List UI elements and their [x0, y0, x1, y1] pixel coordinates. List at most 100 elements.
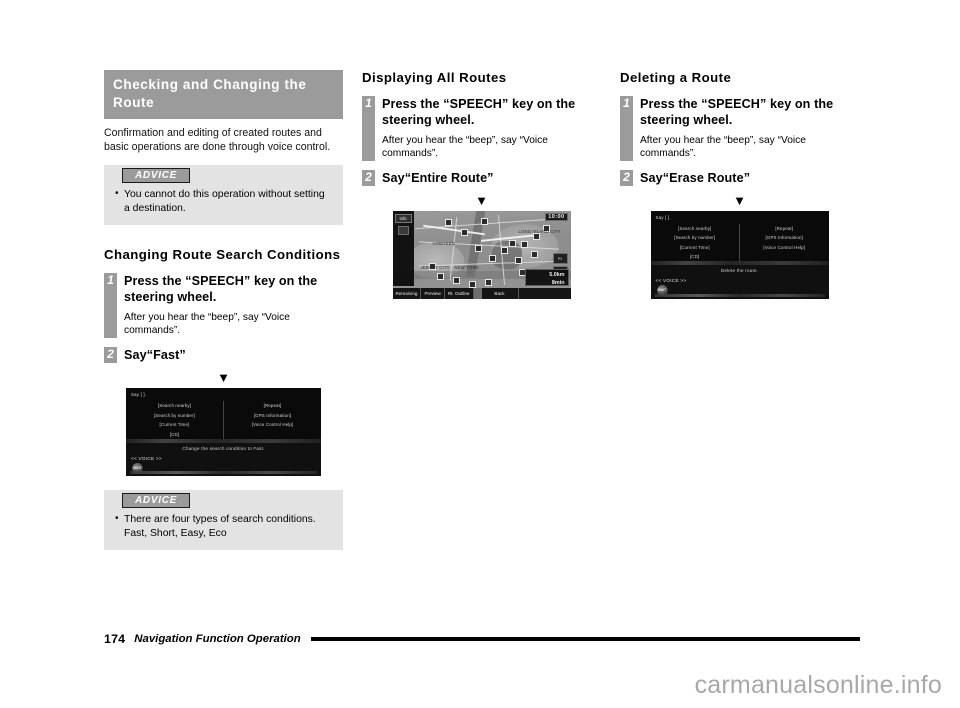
map-preview-button[interactable]: Preview — [421, 287, 445, 299]
flow-arrow-down-icon: ▼ — [475, 192, 488, 208]
map-poi-icon — [436, 272, 444, 280]
step-1: 1 Press the “SPEECH” key on the steering… — [362, 95, 601, 161]
step-2: 2 Say“Erase Route” — [620, 169, 859, 186]
voice-menu-panel: Say [ ]. [Search nearby] [Search by numb… — [650, 210, 829, 267]
voice-command-item: [Current Time] — [679, 244, 710, 250]
voice-menu-screenshot-erase-route: Say [ ]. [Search nearby] [Search by numb… — [650, 210, 829, 299]
bullet-icon: • — [115, 188, 119, 200]
step-title: Press the “SPEECH” key on the steering w… — [640, 96, 834, 128]
map-remaining-time: 8min — [551, 279, 565, 286]
step-2: 2 Say“Entire Route” — [362, 169, 601, 186]
voice-command-item: [GPS Information] — [765, 235, 803, 241]
voice-command-columns: [Search nearby] [Search by number] [Curr… — [126, 401, 321, 440]
map-poi-icon — [468, 280, 476, 288]
voice-indicator-label: << VOICE >> — [655, 278, 687, 284]
voice-command-item: [Voice Control Help] — [251, 422, 294, 428]
voice-menu-panel: Say [ ]. [Search nearby] [Search by numb… — [126, 388, 321, 444]
step-title: Say“Fast” — [124, 347, 186, 362]
map-poi-icon — [514, 256, 522, 264]
map-label: JERSEY CITY — [420, 264, 450, 270]
say-prompt: Say [ ]. — [655, 214, 671, 220]
map-label: NEW YORK — [454, 264, 479, 270]
map-poi-toggle-button[interactable]: P.I — [552, 252, 568, 264]
voice-commands-right: [Repeat] [GPS Information] [Voice Contro… — [224, 401, 321, 439]
advice-text: You cannot do this operation without set… — [124, 189, 325, 215]
voice-command-item: [Repeat] — [263, 403, 282, 409]
voice-commands-left: [Search nearby] [Search by number] [Curr… — [651, 223, 740, 262]
watermark: carmanualsonline.info — [694, 671, 942, 699]
step-subtext: After you hear the “beep”, say “Voice co… — [124, 311, 290, 337]
page-number: 174 — [104, 632, 126, 646]
column-right: Deleting a Route 1 Press the “SPEECH” ke… — [620, 70, 859, 550]
map-route-outline-button[interactable]: Rt. Outline — [444, 287, 474, 299]
voice-command-item: [Search by number] — [153, 412, 195, 418]
page-columns: Checking and Changing the Route Confirma… — [104, 70, 860, 551]
step-number: 1 — [362, 95, 375, 161]
map-remaining-distance: 5.0km — [549, 271, 565, 278]
advice-body: • You cannot do this operation without s… — [104, 183, 343, 216]
step-1: 1 Press the “SPEECH” key on the steering… — [620, 95, 859, 161]
map-poi-icon — [508, 239, 516, 247]
advice-text: There are four types of search condition… — [124, 514, 316, 540]
step-body: Say“Entire Route” — [375, 170, 601, 186]
step-2: 2 Say“Fast” — [104, 346, 343, 364]
map-label: HOBOKEN — [432, 240, 455, 246]
step-title: Press the “SPEECH” key on the steering w… — [382, 96, 576, 128]
step-1: 1 Press the “SPEECH” key on the steering… — [104, 273, 343, 338]
section-header-checking-changing-route: Checking and Changing the Route — [104, 70, 343, 119]
step-number: 2 — [104, 346, 117, 364]
map-poi-icon — [488, 254, 496, 262]
voice-command-item: [GPS Information] — [253, 412, 292, 418]
voice-command-item: [Search nearby] — [157, 403, 192, 409]
step-body: Say“Fast” — [117, 347, 343, 363]
advice-box-destination: ADVICE • You cannot do this operation wi… — [104, 165, 343, 226]
sub-heading-changing-route-search-conditions: Changing Route Search Conditions — [104, 247, 341, 263]
voice-command-item: [Voice Control Help] — [763, 244, 806, 250]
map-poi-icon — [500, 246, 508, 254]
flow-arrow-down-icon: ▼ — [217, 370, 230, 386]
map-distance-time-panel: 5.0km 8min — [524, 268, 569, 286]
bullet-icon: • — [115, 513, 119, 525]
map-toolbar-spacer — [473, 287, 482, 299]
intro-paragraph: Confirmation and editing of created rout… — [104, 126, 331, 153]
map-poi-icon — [444, 218, 452, 226]
step-body: Press the “SPEECH” key on the steering w… — [633, 96, 859, 161]
map-back-button[interactable]: Back — [481, 287, 519, 299]
step-number: 2 — [620, 169, 633, 186]
map-info-button[interactable]: Info — [394, 213, 412, 223]
advice-box-search-conditions: ADVICE • There are four types of search … — [104, 490, 343, 551]
map-remaining-button[interactable]: Remaining — [392, 287, 422, 299]
voice-status-text: Delete the route. — [720, 268, 759, 274]
step-number: 1 — [104, 273, 117, 338]
step-number: 2 — [362, 169, 375, 186]
voice-command-item: [Search by number] — [674, 235, 716, 241]
step-subtext: After you hear the “beep”, say “Voice co… — [382, 134, 548, 160]
map-poi-icon — [474, 244, 482, 252]
map-screenshot-entire-route: LONG ISLAND CITY NEW YORK JERSEY CITY HO… — [392, 210, 571, 299]
map-side-toolbar[interactable]: Info — [392, 210, 414, 286]
map-poi-icon — [460, 228, 468, 236]
footer-rule — [310, 637, 860, 641]
step-title: Say“Entire Route” — [382, 170, 494, 185]
column-middle: Displaying All Routes 1 Press the “SPEEC… — [362, 70, 601, 550]
step-subtext: After you hear the “beep”, say “Voice co… — [640, 134, 806, 160]
voice-command-item: [Current Time] — [159, 422, 190, 428]
voice-status-panel: Change the search condition to Fast. << … — [126, 442, 321, 477]
map-view-mode-icon[interactable] — [397, 225, 409, 235]
advice-body: • There are four types of search conditi… — [104, 508, 343, 541]
screen-bottom-bar — [130, 471, 317, 475]
step-body: Press the “SPEECH” key on the steering w… — [375, 96, 601, 161]
map-label: LONG ISLAND CITY — [518, 228, 561, 234]
map-clock: 10:00 — [545, 212, 568, 221]
map-bottom-toolbar[interactable]: Remaining Preview Rt. Outline Back — [392, 287, 571, 299]
column-left: Checking and Changing the Route Confirma… — [104, 70, 343, 551]
say-prompt: Say [ ]. — [131, 392, 147, 398]
voice-commands-left: [Search nearby] [Search by number] [Curr… — [126, 401, 224, 440]
step-body: Press the “SPEECH” key on the steering w… — [117, 273, 343, 338]
step-title: Press the “SPEECH” key on the steering w… — [124, 274, 318, 305]
advice-tag: ADVICE — [122, 493, 190, 509]
voice-command-item: [Repeat] — [775, 225, 794, 231]
manual-page: Checking and Changing the Route Confirma… — [0, 0, 960, 708]
sub-heading-deleting-a-route: Deleting a Route — [620, 70, 732, 85]
voice-command-item: [Search nearby] — [678, 225, 712, 231]
